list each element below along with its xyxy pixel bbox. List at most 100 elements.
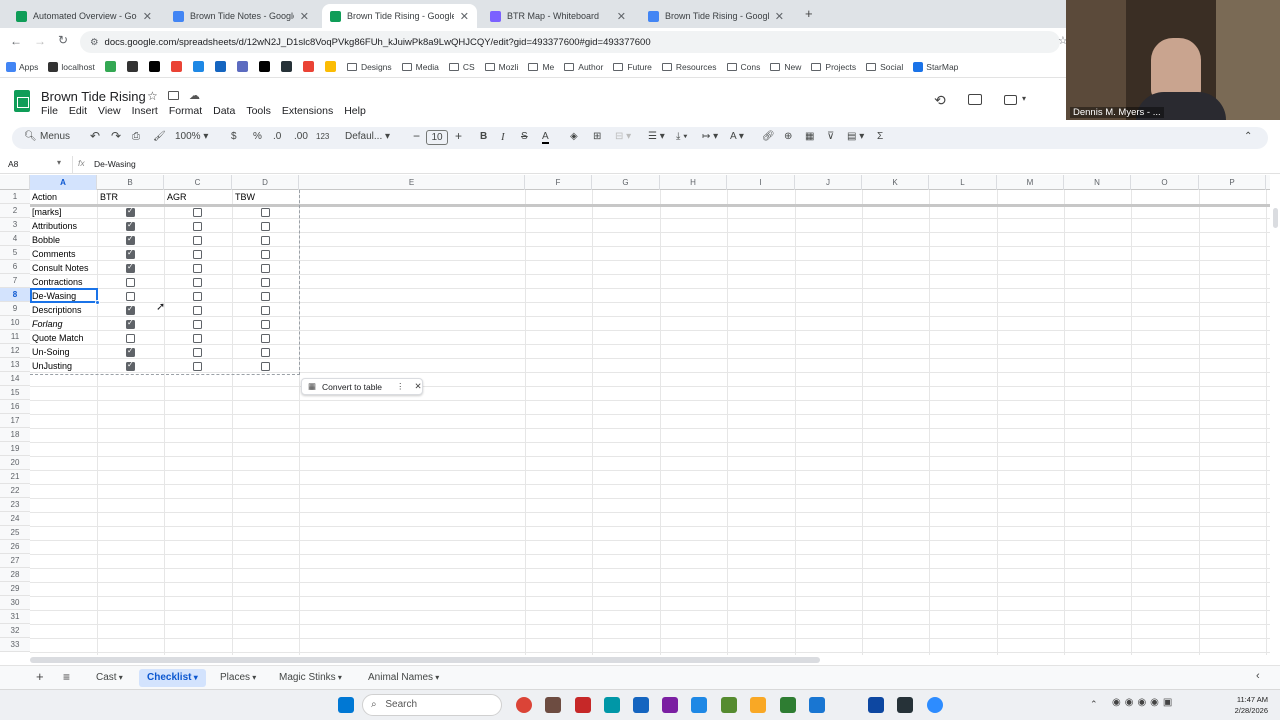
vertical-scrollbar[interactable] [1273, 208, 1278, 228]
vscode-icon[interactable] [691, 697, 707, 713]
menu-extensions[interactable]: Extensions [282, 105, 333, 117]
visual-studio-icon[interactable] [662, 697, 678, 713]
bookmark-favicon-icon[interactable] [104, 61, 116, 72]
menu-tools[interactable]: Tools [246, 105, 271, 117]
number-format-button[interactable]: 123 [316, 132, 329, 141]
bookmark-item[interactable]: Resources [661, 62, 717, 72]
bookmark-favicon-icon[interactable] [280, 61, 292, 72]
decrease-font-size-icon[interactable]: − [413, 129, 420, 143]
row-header[interactable]: 27 [0, 554, 30, 568]
row-header[interactable]: 1 [0, 190, 30, 204]
sheet-tab-dropdown-icon[interactable]: ▾ [250, 673, 256, 682]
undo-icon[interactable]: ↶ [90, 129, 100, 143]
row-header[interactable]: 3 [0, 218, 30, 232]
merge-cells-icon[interactable]: ⊟ ▾ [615, 131, 631, 142]
bookmark-item[interactable]: Designs [346, 62, 392, 72]
row-header[interactable]: 4 [0, 232, 30, 246]
sheet-tab-dropdown-icon[interactable]: ▾ [433, 673, 439, 682]
bookmark-favicon-icon[interactable] [126, 61, 138, 72]
select-all-corner[interactable] [0, 175, 30, 190]
clock[interactable]: 11:47 AM 2/28/2026 [1222, 694, 1268, 716]
tab-close-icon[interactable]: ✕ [460, 10, 469, 23]
text-rotation-icon[interactable]: A ▾ [730, 131, 744, 142]
site-info-icon[interactable]: ⚙ [90, 37, 99, 48]
convert-to-table-chip[interactable]: ▦ Convert to table ⋮ ✕ [301, 378, 423, 395]
chrome-icon[interactable] [516, 697, 532, 713]
doc-title[interactable]: Brown Tide Rising [41, 89, 146, 104]
bookmark-item[interactable]: Social [866, 62, 903, 72]
name-box-dropdown-icon[interactable]: ▾ [57, 158, 61, 167]
bookmark-item[interactable]: Author [564, 62, 603, 72]
reload-icon[interactable]: ↻ [58, 33, 68, 47]
tray-icons[interactable]: ◉◉◉◉▣ [1112, 697, 1176, 708]
column-header-a[interactable]: A [30, 175, 97, 190]
row-header[interactable]: 11 [0, 330, 30, 344]
row-header[interactable]: 32 [0, 624, 30, 638]
browser-tab[interactable]: Automated Overview - Google ✕ [8, 4, 160, 28]
meet-icon[interactable] [1004, 95, 1017, 105]
column-header-c[interactable]: C [164, 175, 232, 190]
menu-help[interactable]: Help [344, 105, 366, 117]
increase-decimal-button[interactable]: .00 [294, 131, 308, 142]
app-icon-dark[interactable] [897, 697, 913, 713]
row-header[interactable]: 5 [0, 246, 30, 260]
bold-icon[interactable]: B [480, 131, 487, 142]
text-color-icon[interactable]: A [542, 131, 549, 144]
name-box[interactable]: A8 [8, 159, 18, 169]
sheet-tab-dropdown-icon[interactable]: ▾ [336, 673, 342, 682]
currency-format-button[interactable]: $ [231, 131, 237, 142]
browser-tab[interactable]: Brown Tide Rising - Google Sh ✕ [322, 4, 477, 28]
sheet-tab-dropdown-icon[interactable]: ▾ [117, 673, 123, 682]
vertical-align-icon[interactable]: ⤓ ▾ [676, 131, 687, 142]
row-header[interactable]: 15 [0, 386, 30, 400]
bookmark-item[interactable]: Me [528, 62, 554, 72]
bookmark-item[interactable]: CS [448, 62, 475, 72]
align-left-icon[interactable]: ☰ ▾ [648, 131, 665, 142]
row-header[interactable]: 24 [0, 512, 30, 526]
bookmark-favicon-icon[interactable] [214, 61, 226, 72]
menu-edit[interactable]: Edit [69, 105, 87, 117]
font-family-select[interactable]: Defaul... ▾ [345, 131, 390, 142]
move-folder-icon[interactable] [168, 91, 179, 100]
app-icon-person[interactable] [868, 697, 884, 713]
row-header[interactable]: 14 [0, 372, 30, 386]
all-sheets-icon[interactable]: ≡ [63, 670, 70, 684]
menu-view[interactable]: View [98, 105, 121, 117]
column-header-l[interactable]: L [929, 175, 997, 190]
italic-icon[interactable]: I [501, 131, 505, 143]
row-header[interactable]: 26 [0, 540, 30, 554]
row-header[interactable]: 29 [0, 582, 30, 596]
sheet-tab-dropdown-icon[interactable]: ▾ [191, 673, 198, 682]
column-header-e[interactable]: E [299, 175, 525, 190]
close-icon[interactable]: ✕ [415, 381, 422, 392]
increase-font-size-icon[interactable]: + [455, 129, 462, 143]
row-header[interactable]: 16 [0, 400, 30, 414]
tab-close-icon[interactable]: ✕ [775, 10, 784, 23]
row-header[interactable]: 2 [0, 204, 30, 218]
back-icon[interactable]: ← [10, 34, 22, 48]
add-sheet-icon[interactable]: + [36, 669, 44, 684]
app-icon-books[interactable] [545, 697, 561, 713]
horizontal-scrollbar[interactable] [30, 657, 820, 663]
filter-icon[interactable]: ⊽ [827, 131, 834, 142]
column-header-n[interactable]: N [1064, 175, 1131, 190]
comments-icon[interactable] [968, 94, 982, 105]
decrease-decimal-button[interactable]: .0 [273, 131, 281, 142]
menus-search[interactable]: Menus [40, 131, 70, 142]
row-header[interactable]: 18 [0, 428, 30, 442]
filter-views-icon[interactable]: ▤ ▾ [847, 131, 864, 142]
column-header-h[interactable]: H [660, 175, 727, 190]
insert-link-icon[interactable]: 🔗︎ [762, 131, 775, 142]
explore-icon[interactable]: ‹ [1256, 670, 1260, 682]
borders-icon[interactable]: ⊞ [593, 131, 601, 142]
bookmark-favicon-icon[interactable] [170, 61, 182, 72]
font-size-input[interactable]: 10 [426, 130, 448, 145]
app-icon-grid[interactable] [575, 697, 591, 713]
menu-data[interactable]: Data [213, 105, 235, 117]
print-icon[interactable]: ⎙ [132, 131, 140, 142]
browser-tab[interactable]: Brown Tide Notes - Google Do ✕ [165, 4, 317, 28]
version-history-icon[interactable]: ⟲ [934, 92, 946, 109]
bookmark-item[interactable]: Projects [811, 62, 856, 72]
formula-input[interactable]: De-Wasing [94, 159, 136, 169]
bookmark-favicon-icon[interactable] [258, 61, 270, 72]
